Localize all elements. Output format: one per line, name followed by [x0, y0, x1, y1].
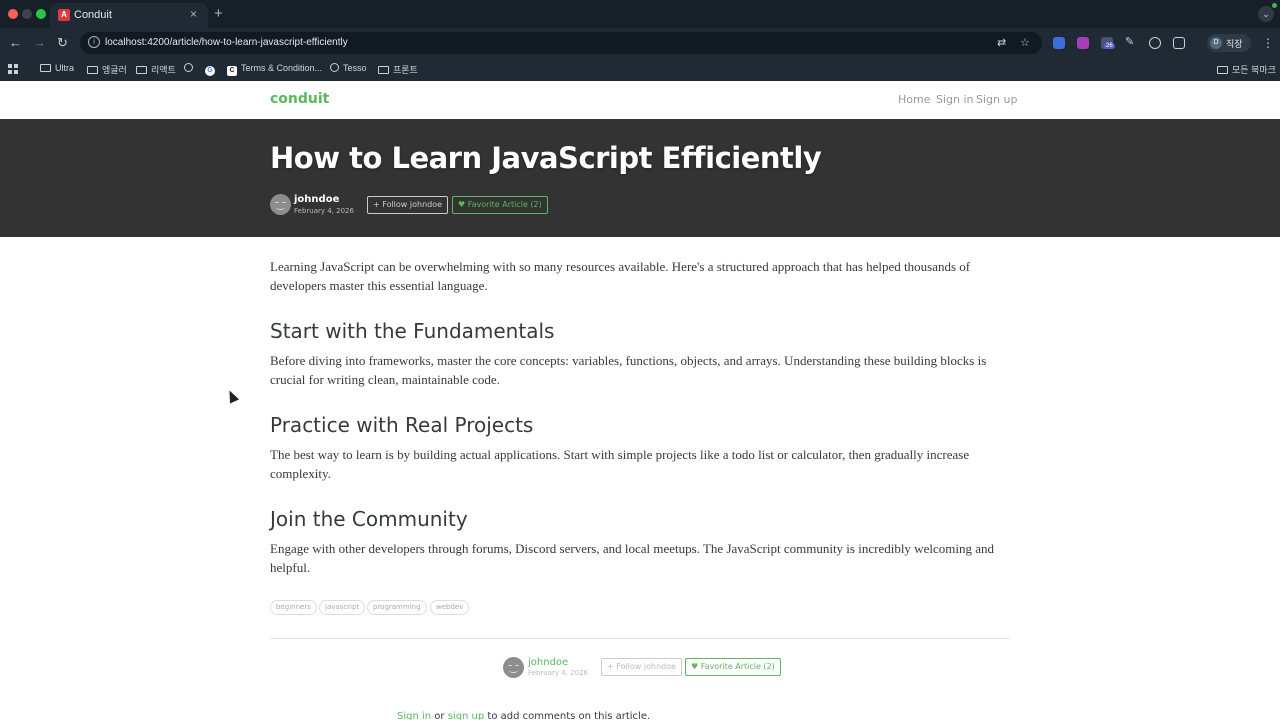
- back-icon[interactable]: ←: [9, 35, 22, 50]
- profile-button[interactable]: D 직장: [1207, 34, 1251, 52]
- bookmark-globe[interactable]: [184, 63, 197, 73]
- eyedropper-icon[interactable]: ✎: [1125, 35, 1137, 48]
- nav-sign-up[interactable]: Sign up: [976, 93, 1017, 106]
- maximize-window-button[interactable]: [36, 9, 46, 19]
- bookmark-google[interactable]: G: [205, 63, 219, 76]
- avatar-eye: [282, 202, 286, 204]
- sign-in-link[interactable]: Sign in: [397, 711, 431, 720]
- section-heading: Practice with Real Projects: [270, 413, 534, 437]
- extension-icon[interactable]: [1077, 37, 1089, 49]
- status-dot: [1272, 3, 1277, 8]
- bookmarks-bar: Ultra 엥글러 리액트 G C Terms & Condition... Te…: [0, 59, 1280, 81]
- article-banner: How to Learn JavaScript Efficiently john…: [0, 119, 1280, 237]
- nav-home[interactable]: Home: [898, 93, 930, 106]
- author-avatar[interactable]: [503, 657, 524, 678]
- minimize-window-button[interactable]: [22, 9, 32, 19]
- tab-title: Conduit: [74, 9, 112, 21]
- comment-suffix: to add comments on this article.: [484, 711, 651, 720]
- tab-search-button[interactable]: ⌄: [1258, 6, 1274, 22]
- folder-icon: [136, 66, 147, 74]
- bookmark-tesso[interactable]: Tesso: [330, 63, 367, 73]
- close-window-button[interactable]: [8, 9, 18, 19]
- close-icon[interactable]: ×: [190, 7, 197, 21]
- article-title: How to Learn JavaScript Efficiently: [270, 141, 822, 175]
- avatar-mouth: [509, 668, 518, 673]
- sign-up-link[interactable]: sign up: [448, 711, 485, 720]
- extension-icon[interactable]: [1053, 37, 1065, 49]
- folder-icon: [87, 66, 98, 74]
- info-icon[interactable]: i: [88, 36, 100, 48]
- section-text: The best way to learn is by building act…: [270, 447, 970, 481]
- tag-pill[interactable]: beginners: [270, 600, 317, 615]
- section-text: Engage with other developers through for…: [270, 541, 994, 575]
- globe-icon[interactable]: [1149, 37, 1161, 49]
- globe-icon: [330, 63, 339, 72]
- tag-pill[interactable]: programming: [367, 600, 427, 615]
- bookmark-frontend[interactable]: 프론트: [378, 63, 418, 76]
- translate-icon[interactable]: ⇄: [997, 36, 1006, 49]
- bookmark-angular[interactable]: 엥글러: [87, 63, 127, 76]
- reload-icon[interactable]: ↻: [57, 35, 68, 51]
- globe-icon: [184, 63, 193, 72]
- section-heading: Join the Community: [270, 507, 468, 531]
- google-icon: G: [205, 66, 215, 76]
- comment-prompt: Sign in or sign up to add comments on th…: [397, 711, 650, 720]
- folder-icon: [40, 64, 51, 72]
- tag-pill[interactable]: webdev: [430, 600, 470, 615]
- tag-pill[interactable]: javascript: [319, 600, 366, 615]
- comment-or: or: [431, 711, 448, 720]
- star-icon[interactable]: ☆: [1020, 36, 1030, 49]
- folder-icon: [1217, 66, 1228, 74]
- url-text[interactable]: localhost:4200/article/how-to-learn-java…: [105, 37, 348, 48]
- author-name[interactable]: johndoe: [294, 194, 339, 205]
- avatar-eye: [508, 665, 512, 667]
- avatar-mouth: [276, 205, 285, 210]
- tab-strip: A Conduit × + ⌄: [0, 0, 1280, 28]
- section-text: Before diving into frameworks, master th…: [270, 353, 987, 387]
- nav-sign-in[interactable]: Sign in: [936, 93, 974, 106]
- forward-icon[interactable]: →: [33, 35, 46, 50]
- extension-badge: 26: [1104, 43, 1115, 49]
- folder-icon: [378, 66, 389, 74]
- divider: [270, 638, 1010, 639]
- favorite-article-button[interactable]: ♥ Favorite Article (2): [685, 658, 781, 676]
- follow-author-button[interactable]: + Follow johndoe: [367, 196, 449, 214]
- follow-author-button[interactable]: + Follow johndoe: [601, 658, 683, 676]
- browser-chrome: A Conduit × + ⌄ ← → ↻ i localhost:4200/a…: [0, 0, 1280, 81]
- address-bar[interactable]: i localhost:4200/article/how-to-learn-ja…: [80, 32, 1042, 54]
- article-date: February 4, 2026: [528, 669, 588, 677]
- bookmark-react[interactable]: 리액트: [136, 63, 176, 76]
- profile-name: 직장: [1226, 39, 1243, 49]
- all-bookmarks[interactable]: 모든 북마크: [1217, 63, 1276, 76]
- site-navbar: conduit Home Sign in Sign up: [0, 81, 1280, 119]
- mouse-cursor: [224, 388, 240, 404]
- puzzle-icon[interactable]: [1173, 37, 1185, 49]
- author-avatar[interactable]: [270, 194, 291, 215]
- avatar-eye: [275, 202, 279, 204]
- bookmark-terms[interactable]: C Terms & Condition...: [227, 63, 322, 76]
- brand-logo[interactable]: conduit: [270, 91, 329, 107]
- angular-icon: A: [58, 9, 70, 21]
- bookmark-ultra[interactable]: Ultra: [40, 63, 74, 73]
- article-date: February 4, 2026: [294, 207, 354, 215]
- author-name[interactable]: johndoe: [528, 657, 568, 668]
- article-intro: Learning JavaScript can be overwhelming …: [270, 259, 971, 293]
- c-icon: C: [227, 66, 237, 76]
- menu-icon[interactable]: ⋮: [1262, 36, 1274, 50]
- tab-conduit[interactable]: A Conduit ×: [50, 3, 208, 28]
- section-heading: Start with the Fundamentals: [270, 319, 555, 343]
- profile-avatar: D: [1210, 37, 1222, 49]
- new-tab-button[interactable]: +: [214, 5, 223, 22]
- favorite-article-button[interactable]: ♥ Favorite Article (2): [452, 196, 548, 214]
- avatar-eye: [515, 665, 519, 667]
